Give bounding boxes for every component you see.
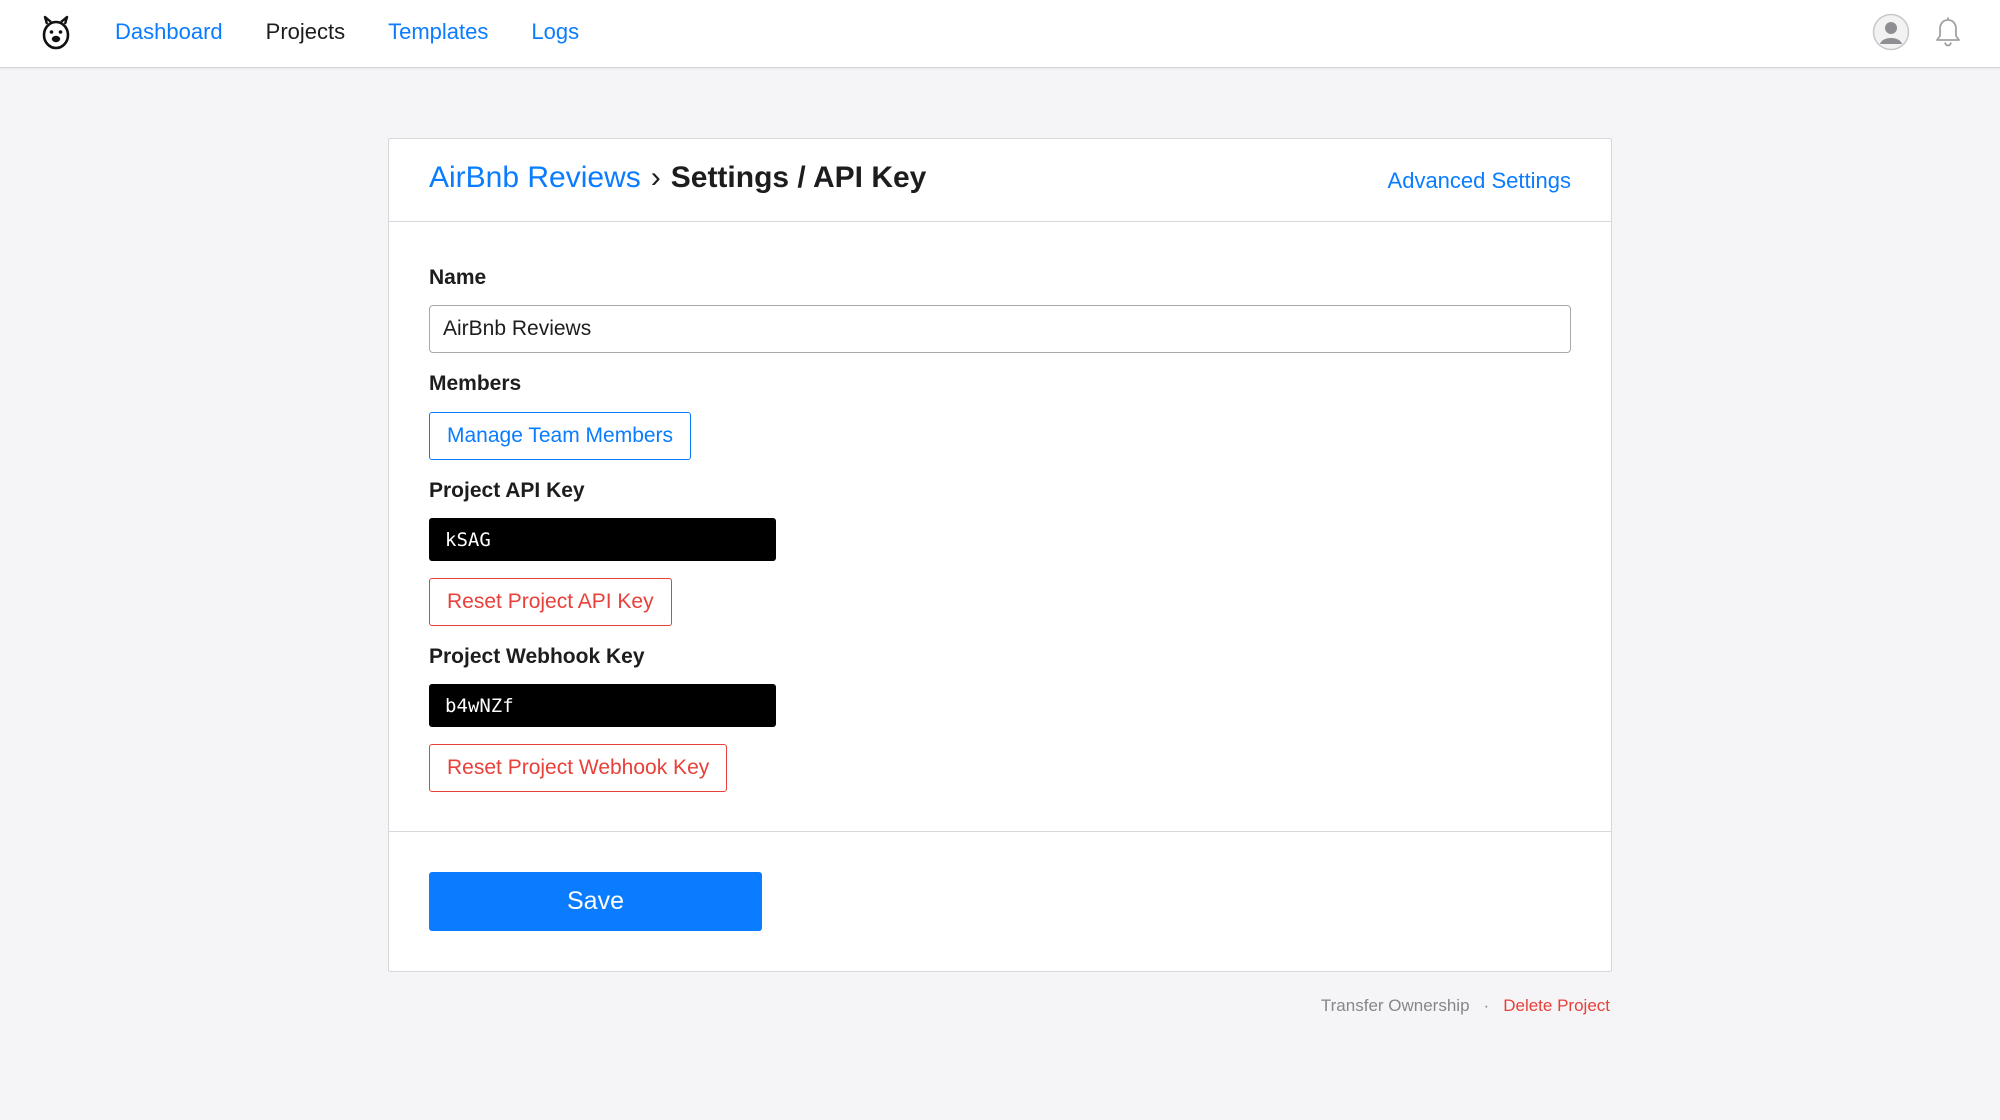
transfer-ownership-link[interactable]: Transfer Ownership — [1321, 996, 1470, 1016]
webhook-key-value: b4wNZf — [445, 694, 514, 717]
reset-api-key-button[interactable]: Reset Project API Key — [429, 578, 672, 626]
api-key-field[interactable]: kSAG — [429, 518, 776, 561]
webhook-key-field[interactable]: b4wNZf — [429, 684, 776, 727]
footer-separator: · — [1483, 996, 1490, 1015]
api-key-label: Project API Key — [429, 479, 585, 502]
nav-item-dashboard[interactable]: Dashboard — [115, 19, 223, 45]
members-label: Members — [429, 372, 522, 395]
nav-item-templates[interactable]: Templates — [388, 19, 488, 45]
bell-icon[interactable] — [1934, 16, 1962, 48]
api-key-value: kSAG — [445, 528, 491, 551]
webhook-key-label: Project Webhook Key — [429, 645, 645, 668]
divider — [389, 831, 1611, 832]
card-header: AirBnb Reviews › Settings / API Key Adva… — [389, 139, 1611, 222]
manage-team-members-button[interactable]: Manage Team Members — [429, 412, 692, 460]
breadcrumb-separator: › — [650, 161, 661, 194]
delete-project-link[interactable]: Delete Project — [1503, 996, 1610, 1016]
breadcrumb: AirBnb Reviews › Settings / API Key — [429, 161, 926, 195]
bear-logo-icon[interactable] — [38, 12, 74, 52]
footer-links: Transfer Ownership · Delete Project — [1321, 996, 1610, 1016]
save-button[interactable]: Save — [429, 872, 762, 931]
user-avatar-icon[interactable] — [1872, 13, 1910, 51]
main-nav: Dashboard Projects Templates Logs — [115, 0, 622, 64]
nav-item-logs[interactable]: Logs — [531, 19, 579, 45]
project-settings-card: AirBnb Reviews › Settings / API Key Adva… — [388, 138, 1612, 972]
reset-webhook-key-button[interactable]: Reset Project Webhook Key — [429, 744, 728, 792]
nav-item-projects[interactable]: Projects — [266, 19, 345, 45]
top-navigation-bar: Dashboard Projects Templates Logs — [0, 0, 2000, 68]
project-name-input[interactable] — [429, 305, 1571, 353]
name-label: Name — [429, 266, 487, 289]
breadcrumb-project-link[interactable]: AirBnb Reviews — [429, 161, 641, 195]
advanced-settings-link[interactable]: Advanced Settings — [1388, 168, 1571, 194]
page-title: Settings / API Key — [670, 161, 927, 194]
